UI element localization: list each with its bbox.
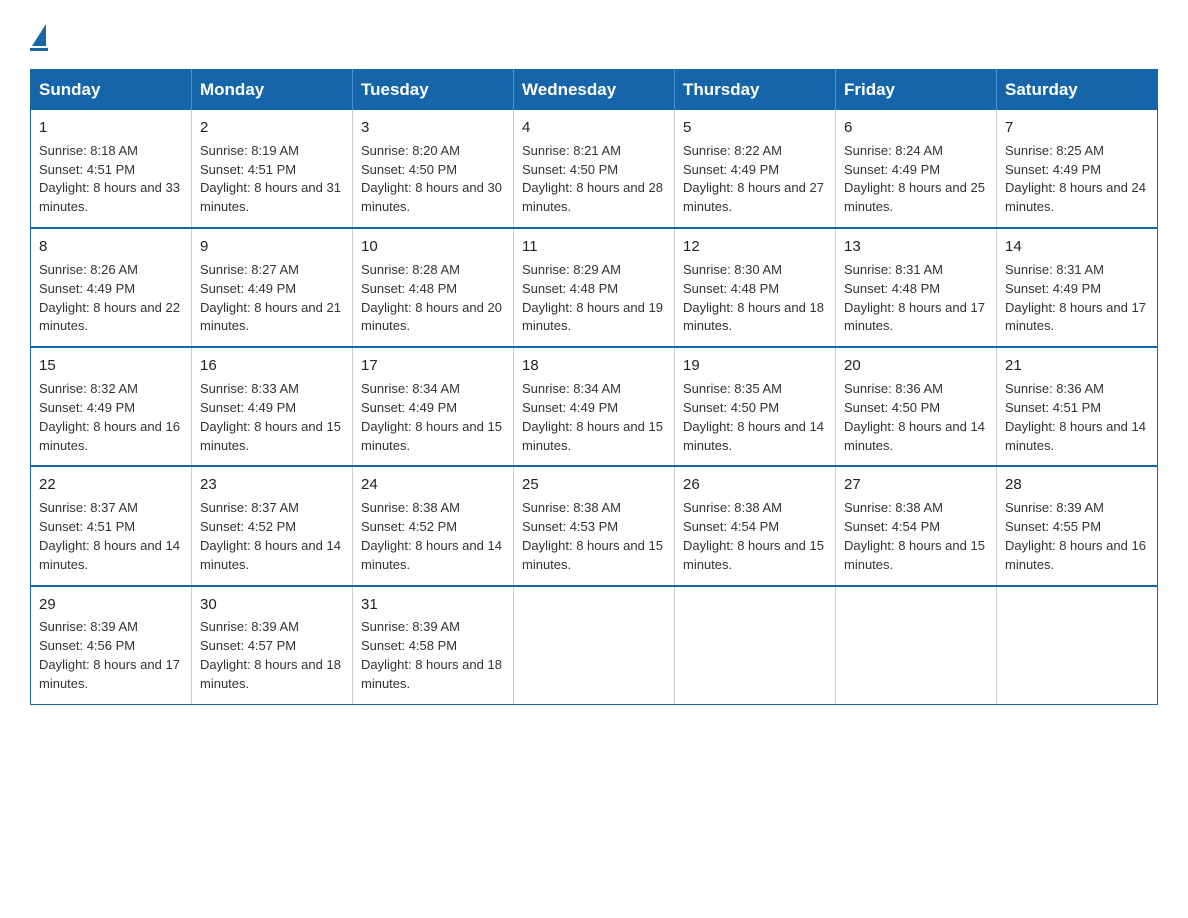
calendar-day-cell: 9Sunrise: 8:27 AMSunset: 4:49 PMDaylight… <box>192 228 353 347</box>
calendar-week-row: 8Sunrise: 8:26 AMSunset: 4:49 PMDaylight… <box>31 228 1158 347</box>
day-number: 20 <box>844 355 988 377</box>
calendar-week-row: 29Sunrise: 8:39 AMSunset: 4:56 PMDayligh… <box>31 586 1158 705</box>
day-number: 10 <box>361 236 505 258</box>
calendar-day-cell: 3Sunrise: 8:20 AMSunset: 4:50 PMDaylight… <box>353 110 514 228</box>
calendar-day-cell <box>997 586 1158 705</box>
day-number: 13 <box>844 236 988 258</box>
day-number: 7 <box>1005 117 1149 139</box>
logo <box>30 28 48 51</box>
day-number: 22 <box>39 474 183 496</box>
calendar-day-cell: 5Sunrise: 8:22 AMSunset: 4:49 PMDaylight… <box>675 110 836 228</box>
day-number: 29 <box>39 594 183 616</box>
calendar-day-cell <box>514 586 675 705</box>
day-number: 25 <box>522 474 666 496</box>
calendar-header: SundayMondayTuesdayWednesdayThursdayFrid… <box>31 70 1158 111</box>
calendar-day-cell: 15Sunrise: 8:32 AMSunset: 4:49 PMDayligh… <box>31 347 192 466</box>
day-number: 15 <box>39 355 183 377</box>
weekday-header-monday: Monday <box>192 70 353 111</box>
day-number: 24 <box>361 474 505 496</box>
calendar-day-cell <box>675 586 836 705</box>
calendar-day-cell: 20Sunrise: 8:36 AMSunset: 4:50 PMDayligh… <box>836 347 997 466</box>
calendar-week-row: 1Sunrise: 8:18 AMSunset: 4:51 PMDaylight… <box>31 110 1158 228</box>
day-number: 1 <box>39 117 183 139</box>
calendar-day-cell: 26Sunrise: 8:38 AMSunset: 4:54 PMDayligh… <box>675 466 836 585</box>
day-number: 6 <box>844 117 988 139</box>
calendar-day-cell <box>836 586 997 705</box>
weekday-header-row: SundayMondayTuesdayWednesdayThursdayFrid… <box>31 70 1158 111</box>
calendar-table: SundayMondayTuesdayWednesdayThursdayFrid… <box>30 69 1158 705</box>
day-number: 27 <box>844 474 988 496</box>
calendar-day-cell: 11Sunrise: 8:29 AMSunset: 4:48 PMDayligh… <box>514 228 675 347</box>
day-number: 19 <box>683 355 827 377</box>
calendar-day-cell: 6Sunrise: 8:24 AMSunset: 4:49 PMDaylight… <box>836 110 997 228</box>
calendar-day-cell: 16Sunrise: 8:33 AMSunset: 4:49 PMDayligh… <box>192 347 353 466</box>
calendar-day-cell: 8Sunrise: 8:26 AMSunset: 4:49 PMDaylight… <box>31 228 192 347</box>
logo-triangle-icon <box>32 24 46 46</box>
weekday-header-friday: Friday <box>836 70 997 111</box>
weekday-header-saturday: Saturday <box>997 70 1158 111</box>
calendar-day-cell: 12Sunrise: 8:30 AMSunset: 4:48 PMDayligh… <box>675 228 836 347</box>
day-number: 5 <box>683 117 827 139</box>
weekday-header-wednesday: Wednesday <box>514 70 675 111</box>
logo-underline <box>30 48 48 51</box>
calendar-day-cell: 13Sunrise: 8:31 AMSunset: 4:48 PMDayligh… <box>836 228 997 347</box>
day-number: 14 <box>1005 236 1149 258</box>
day-number: 28 <box>1005 474 1149 496</box>
day-number: 3 <box>361 117 505 139</box>
day-number: 2 <box>200 117 344 139</box>
calendar-week-row: 22Sunrise: 8:37 AMSunset: 4:51 PMDayligh… <box>31 466 1158 585</box>
calendar-day-cell: 14Sunrise: 8:31 AMSunset: 4:49 PMDayligh… <box>997 228 1158 347</box>
calendar-day-cell: 18Sunrise: 8:34 AMSunset: 4:49 PMDayligh… <box>514 347 675 466</box>
calendar-day-cell: 10Sunrise: 8:28 AMSunset: 4:48 PMDayligh… <box>353 228 514 347</box>
day-number: 23 <box>200 474 344 496</box>
calendar-day-cell: 19Sunrise: 8:35 AMSunset: 4:50 PMDayligh… <box>675 347 836 466</box>
calendar-day-cell: 28Sunrise: 8:39 AMSunset: 4:55 PMDayligh… <box>997 466 1158 585</box>
page-header <box>30 20 1158 51</box>
calendar-day-cell: 23Sunrise: 8:37 AMSunset: 4:52 PMDayligh… <box>192 466 353 585</box>
day-number: 18 <box>522 355 666 377</box>
calendar-day-cell: 4Sunrise: 8:21 AMSunset: 4:50 PMDaylight… <box>514 110 675 228</box>
day-number: 4 <box>522 117 666 139</box>
calendar-day-cell: 31Sunrise: 8:39 AMSunset: 4:58 PMDayligh… <box>353 586 514 705</box>
day-number: 31 <box>361 594 505 616</box>
day-number: 16 <box>200 355 344 377</box>
day-number: 26 <box>683 474 827 496</box>
calendar-week-row: 15Sunrise: 8:32 AMSunset: 4:49 PMDayligh… <box>31 347 1158 466</box>
calendar-day-cell: 17Sunrise: 8:34 AMSunset: 4:49 PMDayligh… <box>353 347 514 466</box>
weekday-header-tuesday: Tuesday <box>353 70 514 111</box>
calendar-day-cell: 30Sunrise: 8:39 AMSunset: 4:57 PMDayligh… <box>192 586 353 705</box>
calendar-day-cell: 29Sunrise: 8:39 AMSunset: 4:56 PMDayligh… <box>31 586 192 705</box>
calendar-day-cell: 24Sunrise: 8:38 AMSunset: 4:52 PMDayligh… <box>353 466 514 585</box>
day-number: 21 <box>1005 355 1149 377</box>
calendar-day-cell: 27Sunrise: 8:38 AMSunset: 4:54 PMDayligh… <box>836 466 997 585</box>
calendar-day-cell: 21Sunrise: 8:36 AMSunset: 4:51 PMDayligh… <box>997 347 1158 466</box>
day-number: 11 <box>522 236 666 258</box>
day-number: 30 <box>200 594 344 616</box>
weekday-header-sunday: Sunday <box>31 70 192 111</box>
calendar-day-cell: 22Sunrise: 8:37 AMSunset: 4:51 PMDayligh… <box>31 466 192 585</box>
day-number: 17 <box>361 355 505 377</box>
day-number: 12 <box>683 236 827 258</box>
weekday-header-thursday: Thursday <box>675 70 836 111</box>
day-number: 9 <box>200 236 344 258</box>
day-number: 8 <box>39 236 183 258</box>
calendar-day-cell: 1Sunrise: 8:18 AMSunset: 4:51 PMDaylight… <box>31 110 192 228</box>
calendar-day-cell: 25Sunrise: 8:38 AMSunset: 4:53 PMDayligh… <box>514 466 675 585</box>
calendar-body: 1Sunrise: 8:18 AMSunset: 4:51 PMDaylight… <box>31 110 1158 704</box>
calendar-day-cell: 7Sunrise: 8:25 AMSunset: 4:49 PMDaylight… <box>997 110 1158 228</box>
calendar-day-cell: 2Sunrise: 8:19 AMSunset: 4:51 PMDaylight… <box>192 110 353 228</box>
